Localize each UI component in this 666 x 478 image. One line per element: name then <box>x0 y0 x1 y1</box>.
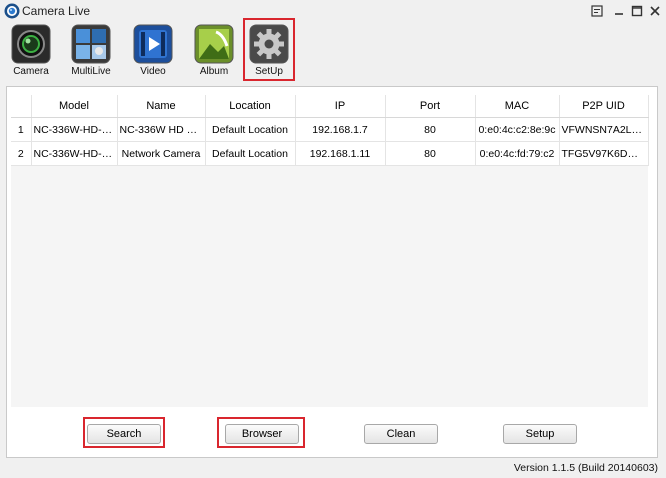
toolbar-album-label: Album <box>199 66 229 77</box>
version-label: Version 1.1.5 (Build 20140603) <box>513 462 658 474</box>
toolbar-album[interactable]: Album <box>186 24 242 80</box>
clean-button[interactable]: Clean <box>364 424 438 444</box>
row-index: 1 <box>11 117 32 142</box>
cell-model: NC-336W-HD-10... <box>31 117 118 142</box>
browser-highlight-frame <box>217 417 305 448</box>
table-row[interactable]: 1 NC-336W-HD-10... NC-336W HD 108... Def… <box>11 117 649 142</box>
window-title: Camera Live <box>22 4 91 18</box>
cell-location: Default Location <box>205 141 296 166</box>
column-header-name[interactable]: Name <box>117 95 206 118</box>
cell-p2p-uid: TFG5V97K6DU73J... <box>559 141 649 166</box>
minimize-icon[interactable] <box>610 2 628 20</box>
column-header-p2p-uid[interactable]: P2P UID <box>559 95 649 118</box>
device-table-area: Model Name Location IP Port MAC P2P UID … <box>11 95 649 407</box>
toolbar-video[interactable]: Video <box>125 24 181 80</box>
maximize-icon[interactable] <box>628 2 646 20</box>
column-header-mac[interactable]: MAC <box>475 95 560 118</box>
cell-model: NC-336W-HD-10... <box>31 141 118 166</box>
camera-live-logo-icon <box>4 3 20 19</box>
toolbar-camera-label: Camera <box>13 66 49 77</box>
cell-port: 80 <box>385 141 476 166</box>
menu-icon[interactable] <box>588 2 606 20</box>
cell-mac: 0:e0:4c:fd:79:c2 <box>475 141 560 166</box>
toolbar-camera[interactable]: Camera <box>3 24 59 80</box>
cell-name: Network Camera <box>117 141 206 166</box>
column-header-index[interactable] <box>11 95 32 118</box>
cell-name: NC-336W HD 108... <box>117 117 206 142</box>
column-header-port[interactable]: Port <box>385 95 476 118</box>
cell-mac: 0:e0:4c:c2:8e:9c <box>475 117 560 142</box>
album-icon <box>194 24 234 64</box>
toolbar-multilive-label: MultiLive <box>71 66 111 77</box>
title-bar: Camera Live <box>0 0 666 22</box>
table-row[interactable]: 2 NC-336W-HD-10... Network Camera Defaul… <box>11 141 649 166</box>
column-header-location[interactable]: Location <box>205 95 296 118</box>
setup-highlight-frame <box>243 18 295 81</box>
cell-p2p-uid: VFWNSN7A2LAZ... <box>559 117 649 142</box>
table-header-row: Model Name Location IP Port MAC P2P UID <box>11 95 649 118</box>
toolbar-video-label: Video <box>140 66 166 77</box>
multilive-icon <box>71 24 111 64</box>
toolbar-multilive[interactable]: MultiLive <box>63 24 119 80</box>
cell-port: 80 <box>385 117 476 142</box>
column-header-model[interactable]: Model <box>31 95 118 118</box>
video-icon <box>133 24 173 64</box>
cell-ip: 192.168.1.7 <box>295 117 386 142</box>
setup-button[interactable]: Setup <box>503 424 577 444</box>
close-icon[interactable] <box>646 2 664 20</box>
column-header-ip[interactable]: IP <box>295 95 386 118</box>
camera-icon <box>11 24 51 64</box>
search-highlight-frame <box>83 417 165 448</box>
row-index: 2 <box>11 141 32 166</box>
cell-ip: 192.168.1.11 <box>295 141 386 166</box>
device-table: Model Name Location IP Port MAC P2P UID … <box>11 95 649 166</box>
cell-location: Default Location <box>205 117 296 142</box>
